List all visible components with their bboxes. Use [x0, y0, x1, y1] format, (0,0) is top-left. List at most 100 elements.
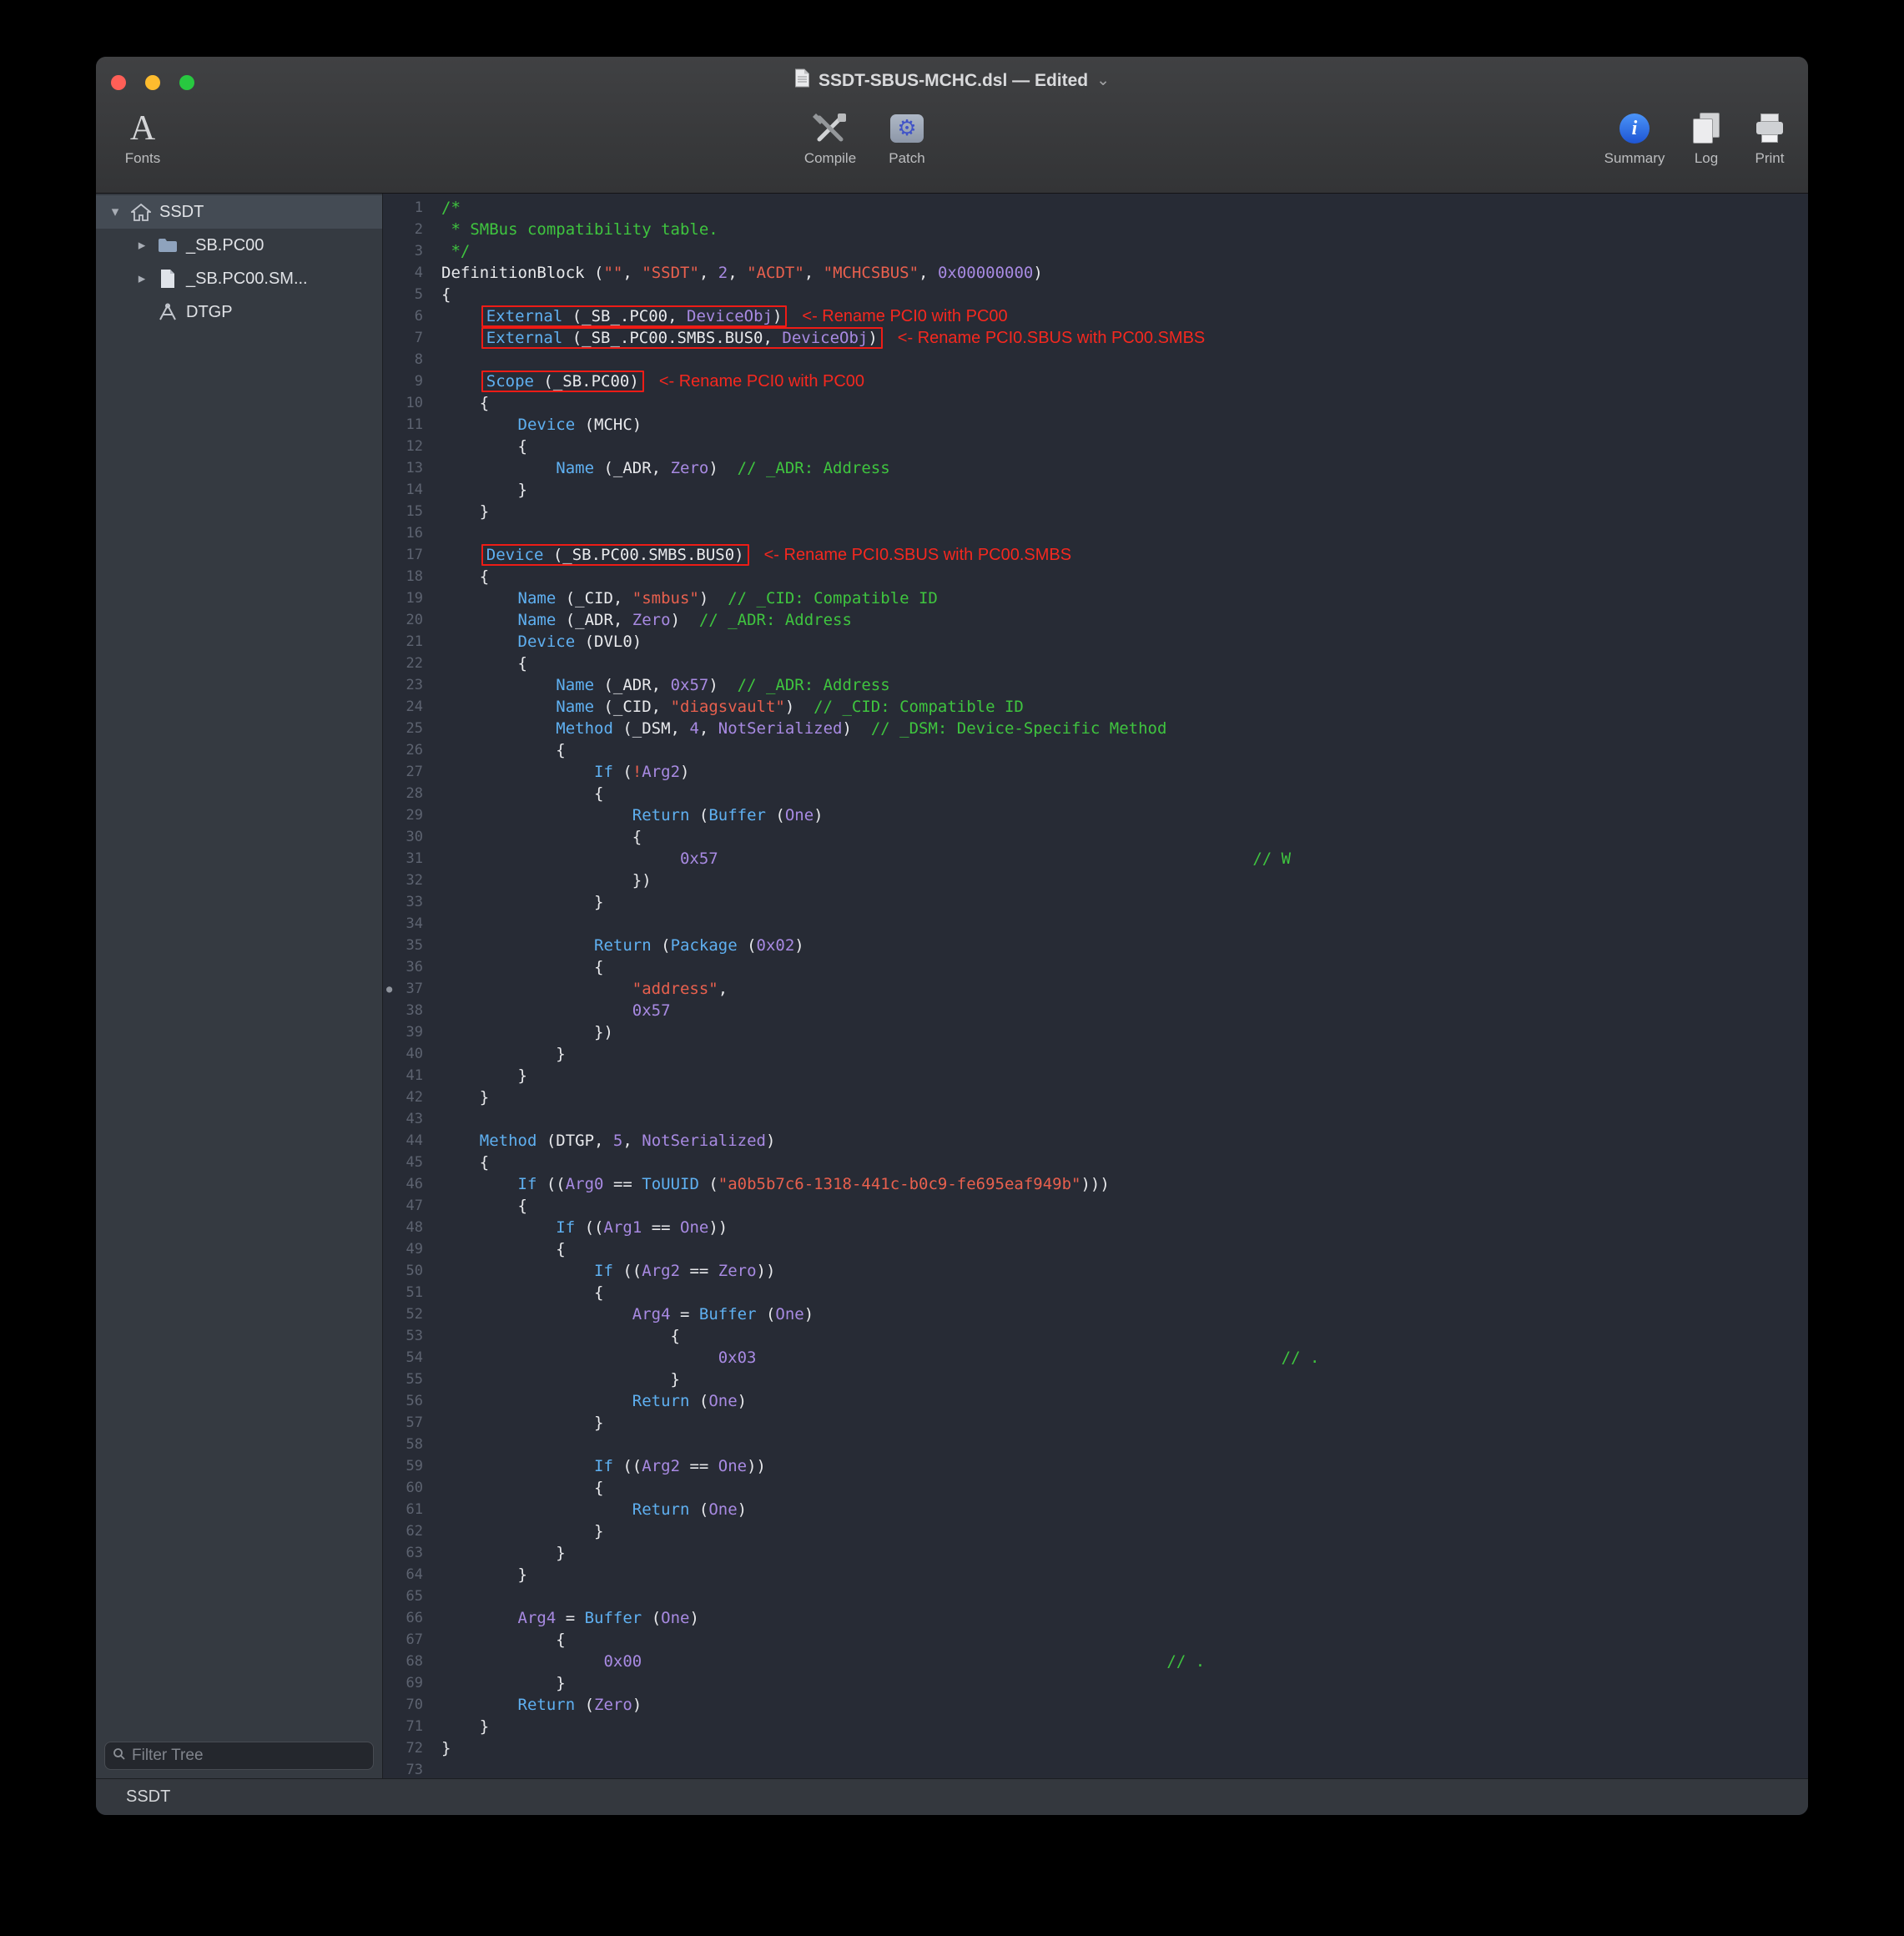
disclosure-expanded-icon[interactable]: ▾ [108, 204, 123, 220]
code-line[interactable]: 65 [383, 1586, 1808, 1607]
code-line[interactable]: 23 Name (_ADR, 0x57) // _ADR: Address [383, 674, 1808, 696]
disclosure-collapsed-icon[interactable]: ▸ [134, 237, 149, 254]
code-line[interactable]: 63 } [383, 1542, 1808, 1564]
code-token: ( [575, 1696, 594, 1714]
code-line[interactable]: 33 } [383, 891, 1808, 913]
code-line[interactable]: 5{ [383, 284, 1808, 305]
patch-button[interactable]: ⚙ Patch [872, 108, 942, 167]
code-token: ! [632, 763, 642, 781]
code-line[interactable]: 60 { [383, 1477, 1808, 1499]
code-line[interactable]: 4DefinitionBlock ("", "SSDT", 2, "ACDT",… [383, 262, 1808, 284]
code-line[interactable]: 19 Name (_CID, "smbus") // _CID: Compati… [383, 587, 1808, 609]
code-token: One [775, 1305, 803, 1323]
sidebar-item-sb-pc00-smbs[interactable]: ▸ _SB.PC00.SM... [96, 262, 382, 295]
code-line[interactable]: 2 * SMBus compatibility table. [383, 219, 1808, 240]
code-line[interactable]: 68 0x00 // . [383, 1651, 1808, 1672]
code-line[interactable]: 11 Device (MCHC) [383, 414, 1808, 436]
code-line[interactable]: 17 Device (_SB.PC00.SMBS.BUS0)<- Rename … [383, 544, 1808, 566]
code-line[interactable]: 40 } [383, 1043, 1808, 1065]
sidebar-item-ssdt[interactable]: ▾ SSDT [96, 195, 382, 229]
code-line[interactable]: 20 Name (_ADR, Zero) // _ADR: Address [383, 609, 1808, 631]
code-line[interactable]: 7 External (_SB_.PC00.SMBS.BUS0, DeviceO… [383, 327, 1808, 349]
code-line[interactable]: ●37 "address", [383, 978, 1808, 1000]
code-line[interactable]: 24 Name (_CID, "diagsvault") // _CID: Co… [383, 696, 1808, 718]
code-line[interactable]: 67 { [383, 1629, 1808, 1651]
print-label: Print [1755, 150, 1785, 167]
code-line[interactable]: 27 If (!Arg2) [383, 761, 1808, 783]
code-line[interactable]: 52 Arg4 = Buffer (One) [383, 1303, 1808, 1325]
code-token: Name [556, 459, 594, 477]
code-line[interactable]: 15 } [383, 501, 1808, 522]
code-line[interactable]: 13 Name (_ADR, Zero) // _ADR: Address [383, 457, 1808, 479]
code-line[interactable]: 41 } [383, 1065, 1808, 1086]
disclosure-collapsed-icon[interactable]: ▸ [134, 270, 149, 287]
code-line[interactable]: 43 [383, 1108, 1808, 1130]
code-line[interactable]: 3 */ [383, 240, 1808, 262]
code-line[interactable]: 9 Scope (_SB.PC00)<- Rename PCI0 with PC… [383, 371, 1808, 392]
code-line[interactable]: 21 Device (DVL0) [383, 631, 1808, 653]
code-line[interactable]: 39 }) [383, 1021, 1808, 1043]
code-line[interactable]: 18 { [383, 566, 1808, 587]
code-line[interactable]: 26 { [383, 739, 1808, 761]
code-line[interactable]: 62 } [383, 1520, 1808, 1542]
code-line[interactable]: 6 External (_SB_.PC00, DeviceObj)<- Rena… [383, 305, 1808, 327]
code-line[interactable]: 45 { [383, 1152, 1808, 1173]
filter-tree-input[interactable] [132, 1747, 365, 1765]
code-line[interactable]: 35 Return (Package (0x02) [383, 935, 1808, 956]
code-line[interactable]: 59 If ((Arg2 == One)) [383, 1455, 1808, 1477]
log-button[interactable]: Log [1680, 108, 1733, 167]
code-line[interactable]: 69 } [383, 1672, 1808, 1694]
code-line[interactable]: 1/* [383, 197, 1808, 219]
code-line[interactable]: 46 If ((Arg0 == ToUUID ("a0b5b7c6-1318-4… [383, 1173, 1808, 1195]
code-line[interactable]: 32 }) [383, 870, 1808, 891]
code-line[interactable]: 42 } [383, 1086, 1808, 1108]
code-line[interactable]: 44 Method (DTGP, 5, NotSerialized) [383, 1130, 1808, 1152]
code-line[interactable]: 10 { [383, 392, 1808, 414]
code-line[interactable]: 34 [383, 913, 1808, 935]
code-line[interactable]: 56 Return (One) [383, 1390, 1808, 1412]
code-line[interactable]: 61 Return (One) [383, 1499, 1808, 1520]
code-line[interactable]: 36 { [383, 956, 1808, 978]
code-line[interactable]: 12 { [383, 436, 1808, 457]
code-line[interactable]: 51 { [383, 1282, 1808, 1303]
code-line[interactable]: 53 { [383, 1325, 1808, 1347]
code-line[interactable]: 16 [383, 522, 1808, 544]
code-token: 5 [613, 1132, 622, 1150]
code-line[interactable]: 31 0x57 // W [383, 848, 1808, 870]
code-line[interactable]: 73 [383, 1759, 1808, 1778]
code-line[interactable]: 22 { [383, 653, 1808, 674]
sidebar-item-dtgp[interactable]: DTGP [96, 295, 382, 329]
code-line[interactable]: 14 } [383, 479, 1808, 501]
code-line[interactable]: 54 0x03 // . [383, 1347, 1808, 1369]
code-line[interactable]: 57 } [383, 1412, 1808, 1434]
fonts-button[interactable]: A Fonts [108, 108, 178, 167]
code-token: // _ADR: Address [738, 676, 890, 694]
code-editor[interactable]: 1/*2 * SMBus compatibility table.3 */4De… [383, 194, 1808, 1778]
code-line[interactable]: 58 [383, 1434, 1808, 1455]
code-line[interactable]: 48 If ((Arg1 == One)) [383, 1217, 1808, 1238]
code-token: , [718, 980, 728, 998]
code-line[interactable]: 25 Method (_DSM, 4, NotSerialized) // _D… [383, 718, 1808, 739]
compile-button[interactable]: Compile [795, 108, 865, 167]
code-line[interactable]: 8 [383, 349, 1808, 371]
print-button[interactable]: Print [1743, 108, 1796, 167]
code-line[interactable]: 30 { [383, 826, 1808, 848]
code-line[interactable]: 38 0x57 [383, 1000, 1808, 1021]
code-line[interactable]: 71 } [383, 1716, 1808, 1737]
summary-button[interactable]: i Summary [1599, 108, 1670, 167]
code-line[interactable]: 70 Return (Zero) [383, 1694, 1808, 1716]
code-line[interactable]: 72} [383, 1737, 1808, 1759]
code-line[interactable]: 28 { [383, 783, 1808, 804]
sidebar-item-sb-pc00[interactable]: ▸ _SB.PC00 [96, 229, 382, 262]
code-line[interactable]: 66 Arg4 = Buffer (One) [383, 1607, 1808, 1629]
code-line[interactable]: 47 { [383, 1195, 1808, 1217]
code-line[interactable]: 49 { [383, 1238, 1808, 1260]
code-line[interactable]: 50 If ((Arg2 == Zero)) [383, 1260, 1808, 1282]
code-line[interactable]: 55 } [383, 1369, 1808, 1390]
title-chevron-icon[interactable]: ⌄ [1096, 71, 1110, 90]
code-token: ) [708, 676, 737, 694]
code-token: (_ADR, [594, 459, 671, 477]
code-line[interactable]: 64 } [383, 1564, 1808, 1586]
code-token: // _ADR: Address [738, 459, 890, 477]
code-line[interactable]: 29 Return (Buffer (One) [383, 804, 1808, 826]
